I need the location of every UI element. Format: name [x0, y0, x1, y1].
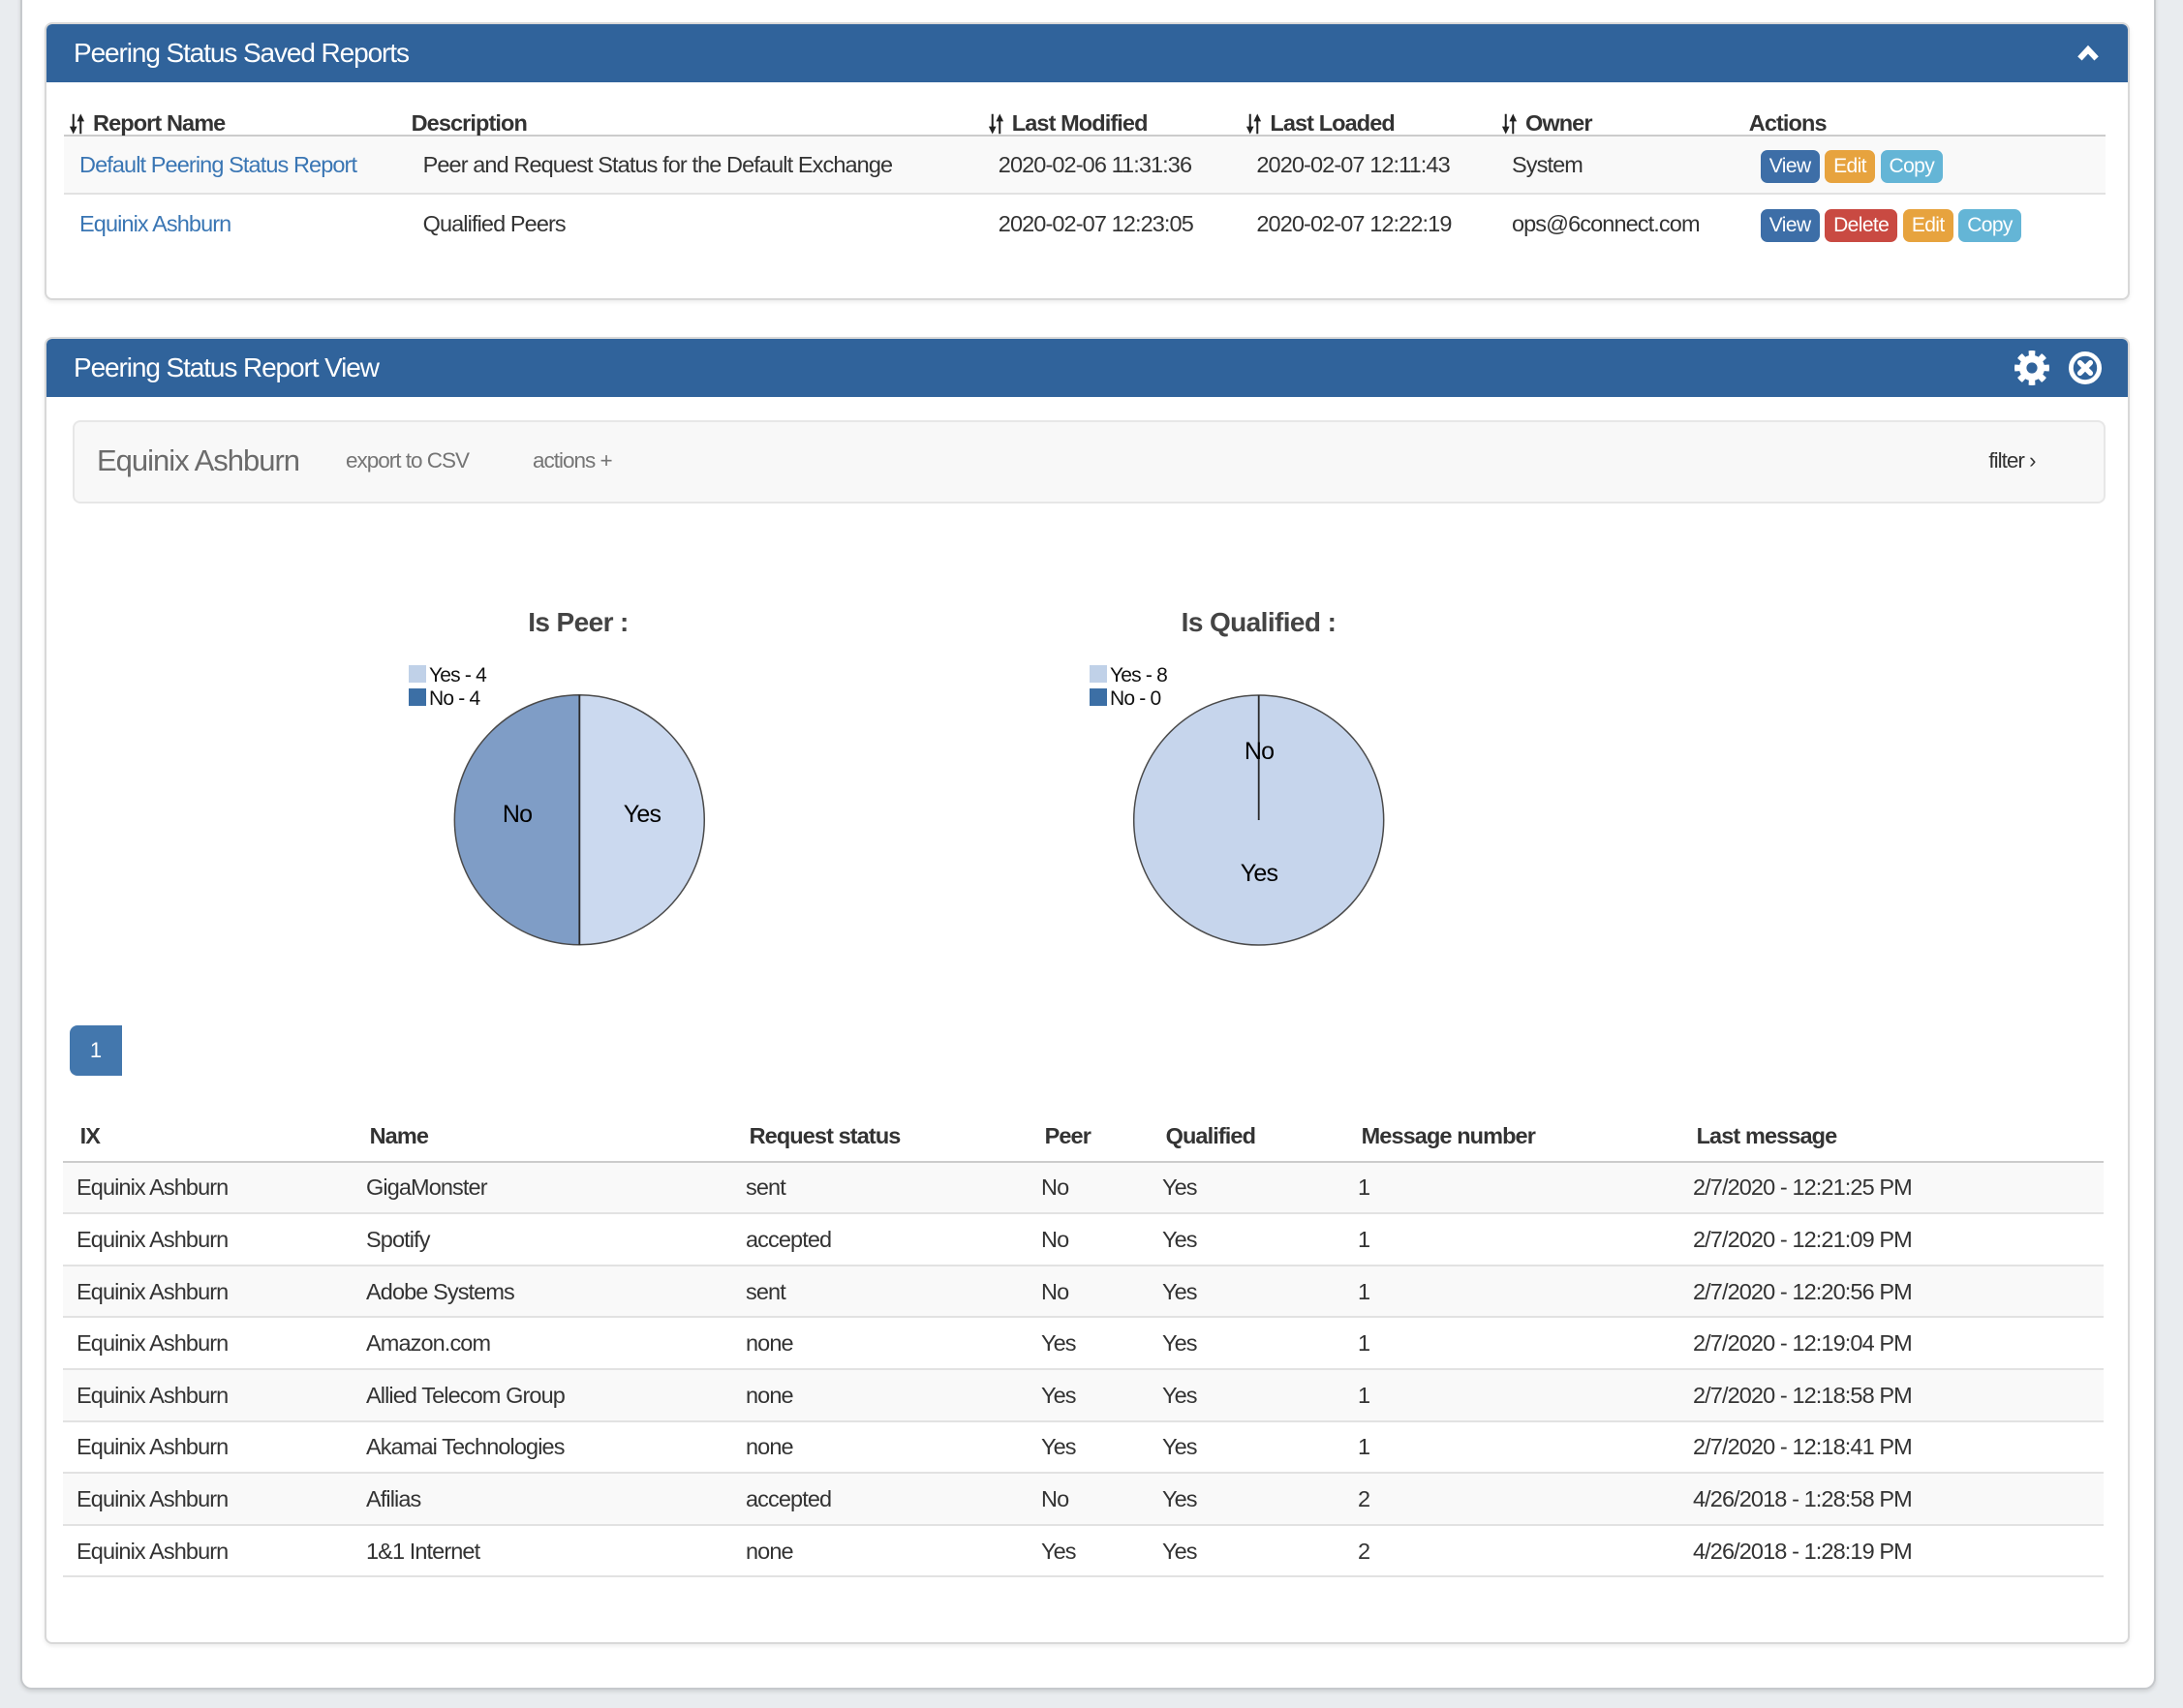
svg-text:Is Qualified :: Is Qualified :	[1182, 607, 1337, 637]
svg-text:Is Peer :: Is Peer :	[528, 607, 629, 637]
svg-text:No - 0: No - 0	[1110, 687, 1161, 710]
svg-text:No: No	[503, 801, 532, 828]
svg-text:Yes - 8: Yes - 8	[1110, 664, 1167, 686]
svg-text:Yes - 4: Yes - 4	[429, 664, 487, 686]
svg-text:No - 4: No - 4	[429, 687, 481, 710]
svg-text:Yes: Yes	[624, 801, 661, 828]
svg-text:No: No	[1245, 738, 1274, 765]
svg-text:Yes: Yes	[1241, 860, 1278, 887]
